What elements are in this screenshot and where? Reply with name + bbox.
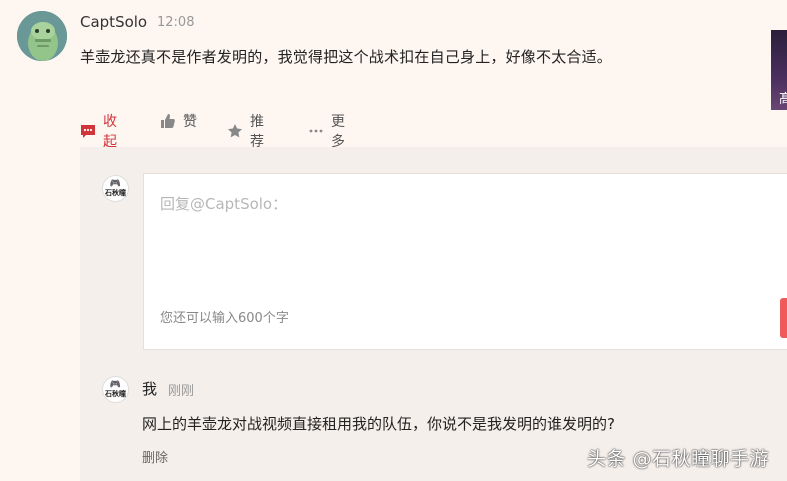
reply-placeholder: 回复@CaptSolo： <box>160 195 288 213</box>
reply-text: 网上的羊壶龙对战视频直接租用我的队伍，你说不是我发明的谁发明的? <box>142 415 615 433</box>
star-icon <box>227 123 243 139</box>
recommend-label: 推荐 <box>250 114 264 150</box>
reply-panel: 🎮 石秋瞳 回复@CaptSolo： 您还可以输入600个字 🎮 石秋瞳 我 刚… <box>80 147 787 481</box>
side-thumbnail-text: 髙 <box>779 92 787 107</box>
like-label: 赞 <box>183 114 197 130</box>
collapse-button[interactable]: 收起 <box>80 111 117 151</box>
reply-avatar-text: 石秋瞳 <box>105 390 126 398</box>
reply-avatar[interactable]: 🎮 石秋瞳 <box>102 376 129 403</box>
gamepad-icon: 🎮 <box>109 380 122 390</box>
reply-username[interactable]: 我 <box>142 378 157 399</box>
collapse-label: 收起 <box>103 114 117 150</box>
more-button[interactable]: 更多 <box>308 111 345 151</box>
comment-time: 12:08 <box>157 15 195 30</box>
monster-avatar-icon <box>17 11 67 61</box>
like-button[interactable]: 赞 <box>160 111 197 131</box>
more-label: 更多 <box>331 114 345 150</box>
reply-input[interactable]: 回复@CaptSolo： 您还可以输入600个字 <box>143 173 787 350</box>
gamepad-icon: 🎮 <box>109 179 122 189</box>
recommend-button[interactable]: 推荐 <box>227 111 264 151</box>
watermark: 头条 @石秋瞳聊手游 <box>587 448 770 470</box>
reply-box-avatar[interactable]: 🎮 石秋瞳 <box>102 175 129 202</box>
comment-text: 羊壶龙还真不是作者发明的，我觉得把这个战术扣在自己身上，好像不太合适。 <box>80 48 613 66</box>
more-dots-icon <box>308 123 324 139</box>
reply-box-avatar-text: 石秋瞳 <box>105 189 126 197</box>
side-thumbnail[interactable]: 髙 <box>771 30 787 110</box>
submit-reply-button[interactable] <box>780 298 787 338</box>
comment-username[interactable]: CaptSolo <box>80 13 147 31</box>
thumbs-up-icon <box>160 113 176 129</box>
char-count-hint: 您还可以输入600个字 <box>160 311 289 326</box>
user-avatar[interactable] <box>17 11 67 61</box>
reply-time: 刚刚 <box>168 384 195 399</box>
comment-bubble-icon <box>80 123 96 139</box>
delete-button[interactable]: 删除 <box>142 447 168 466</box>
